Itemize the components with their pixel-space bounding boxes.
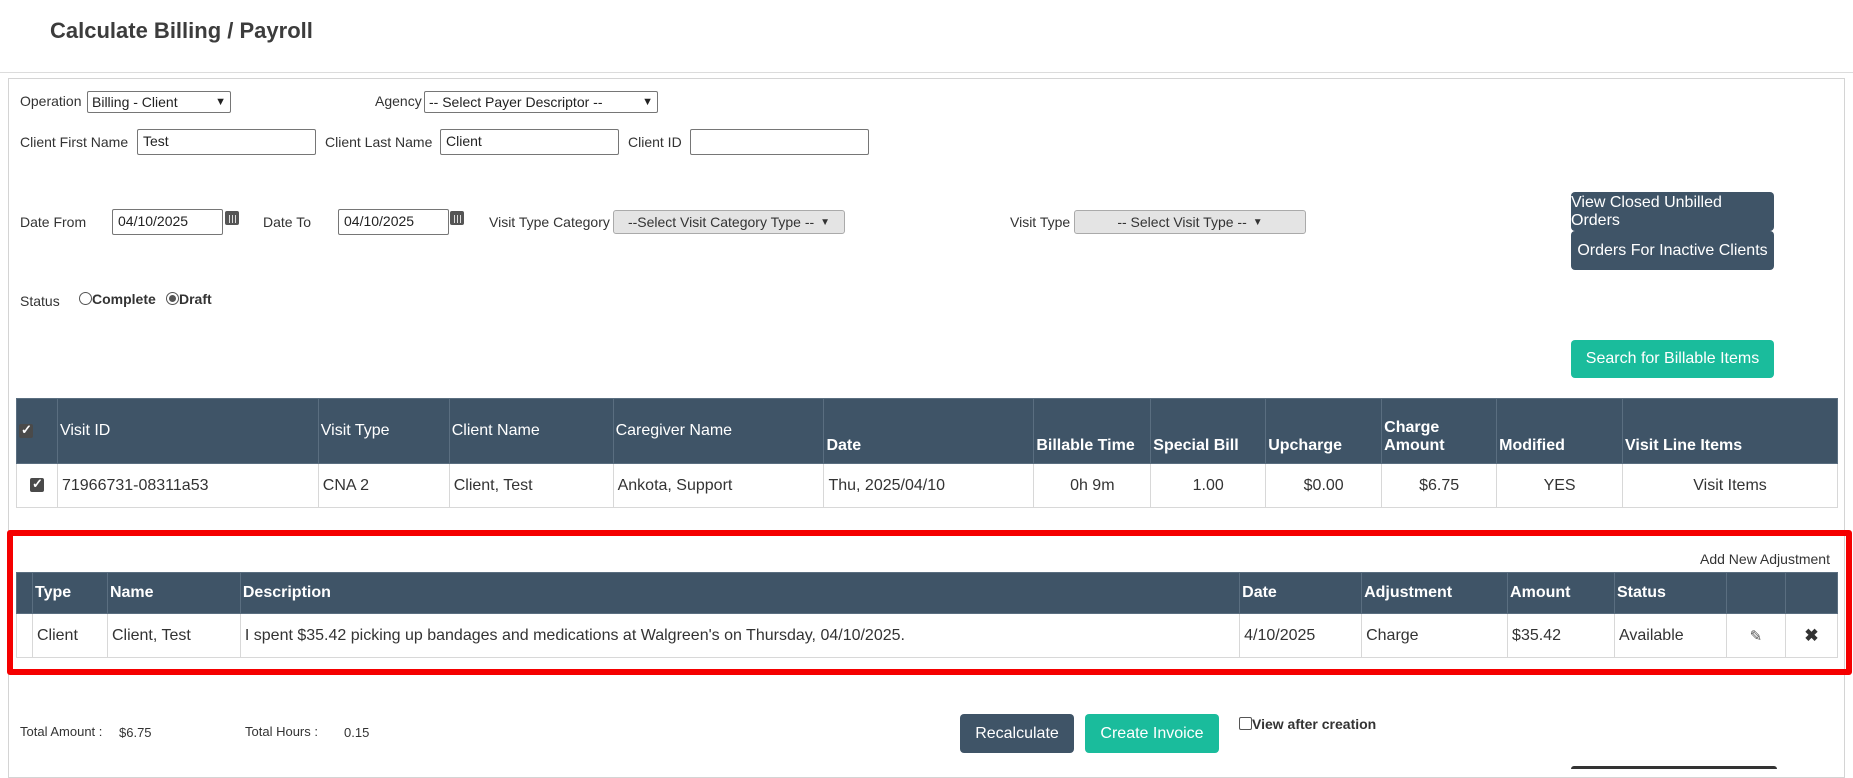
total-hours-value: 0.15 bbox=[344, 725, 370, 740]
date-from-input[interactable]: 04/10/2025 bbox=[112, 209, 223, 235]
header-visit-type[interactable]: Visit Type bbox=[317, 398, 450, 464]
header-visit-line-items[interactable]: Visit Line Items bbox=[1622, 398, 1838, 464]
row-select-cell[interactable] bbox=[16, 463, 58, 508]
visit-items-link[interactable]: Visit Items bbox=[1622, 463, 1838, 508]
visit-type-category-dropdown[interactable]: --Select Visit Category Type -- ▼ bbox=[613, 210, 845, 234]
view-closed-unbilled-orders-button[interactable]: View Closed Unbilled Orders bbox=[1571, 192, 1774, 231]
total-hours-label: Total Hours : bbox=[245, 724, 318, 739]
visit-type-category-label: Visit Type Category bbox=[489, 214, 610, 230]
calendar-icon[interactable] bbox=[450, 211, 464, 225]
total-amount-value: $6.75 bbox=[119, 725, 152, 740]
special-bill-cell: 1.00 bbox=[1150, 463, 1267, 508]
charge-amount-cell: $6.75 bbox=[1381, 463, 1498, 508]
caregiver-name-cell: Ankota, Support bbox=[612, 463, 825, 508]
operation-label: Operation bbox=[20, 93, 82, 109]
orders-for-inactive-clients-button[interactable]: Orders For Inactive Clients bbox=[1571, 231, 1774, 270]
date-cell: Thu, 2025/04/10 bbox=[823, 463, 1035, 508]
visit-type-cell: CNA 2 bbox=[317, 463, 450, 508]
page-header: Calculate Billing / Payroll bbox=[0, 0, 1853, 73]
view-after-creation-option[interactable]: View after creation bbox=[1239, 716, 1376, 732]
visit-type-category-value: --Select Visit Category Type -- bbox=[627, 214, 815, 230]
visit-id-cell[interactable]: 71966731-08311a53 bbox=[56, 463, 319, 508]
operation-select[interactable]: Billing - Client ▼ bbox=[87, 91, 231, 113]
caret-down-icon: ▼ bbox=[820, 216, 831, 228]
visits-table: Visit ID Visit Type Client Name Caregive… bbox=[16, 398, 1838, 508]
select-all-header[interactable] bbox=[16, 398, 58, 464]
agency-select-value: -- Select Payer Descriptor -- bbox=[429, 94, 603, 110]
client-first-name-label: Client First Name bbox=[20, 134, 129, 150]
chevron-down-icon: ▼ bbox=[215, 96, 226, 108]
client-id-input[interactable] bbox=[690, 129, 869, 155]
header-date[interactable]: Date bbox=[823, 398, 1035, 464]
visit-type-label: Visit Type bbox=[1010, 214, 1071, 230]
view-after-creation-text: View after creation bbox=[1252, 716, 1377, 732]
status-draft-radio[interactable] bbox=[166, 292, 179, 305]
chevron-down-icon: ▼ bbox=[642, 96, 653, 108]
client-name-cell: Client, Test bbox=[448, 463, 614, 508]
search-billable-items-button[interactable]: Search for Billable Items bbox=[1571, 340, 1774, 378]
upcharge-cell: $0.00 bbox=[1265, 463, 1383, 508]
status-complete-option[interactable]: Complete bbox=[79, 291, 156, 307]
client-first-name-input[interactable]: Test bbox=[137, 129, 316, 155]
header-billable-time[interactable]: Billable Time bbox=[1033, 398, 1152, 464]
date-to-label: Date To bbox=[263, 214, 311, 230]
visit-type-value: -- Select Visit Type -- bbox=[1117, 214, 1247, 230]
visits-table-header-row: Visit ID Visit Type Client Name Caregive… bbox=[16, 398, 1838, 464]
header-caregiver-name[interactable]: Caregiver Name bbox=[612, 398, 825, 464]
header-special-bill[interactable]: Special Bill bbox=[1150, 398, 1267, 464]
status-complete-radio[interactable] bbox=[79, 292, 92, 305]
table-row: 71966731-08311a53 CNA 2 Client, Test Ank… bbox=[16, 463, 1838, 508]
status-label: Status bbox=[20, 293, 60, 309]
page-title: Calculate Billing / Payroll bbox=[50, 18, 313, 43]
billable-time-cell: 0h 9m bbox=[1033, 463, 1152, 508]
recalculate-button[interactable]: Recalculate bbox=[960, 714, 1074, 753]
date-from-label: Date From bbox=[20, 214, 87, 230]
header-charge-amount[interactable]: Charge Amount bbox=[1381, 398, 1498, 464]
select-all-checkbox[interactable] bbox=[19, 422, 33, 438]
status-complete-text: Complete bbox=[92, 291, 156, 307]
header-upcharge[interactable]: Upcharge bbox=[1265, 398, 1383, 464]
client-last-name-label: Client Last Name bbox=[325, 134, 433, 150]
agency-label: Agency bbox=[375, 93, 422, 109]
highlight-box bbox=[7, 530, 1852, 675]
header-client-name[interactable]: Client Name bbox=[448, 398, 614, 464]
view-after-creation-checkbox[interactable] bbox=[1239, 717, 1252, 730]
agency-select[interactable]: -- Select Payer Descriptor -- ▼ bbox=[424, 91, 658, 113]
modified-cell: YES bbox=[1496, 463, 1624, 508]
operation-select-value: Billing - Client bbox=[92, 94, 178, 110]
status-draft-text: Draft bbox=[179, 291, 212, 307]
date-to-input[interactable]: 04/10/2025 bbox=[338, 209, 449, 235]
client-last-name-input[interactable]: Client bbox=[440, 129, 619, 155]
visit-type-dropdown[interactable]: -- Select Visit Type -- ▼ bbox=[1074, 210, 1306, 234]
status-draft-option[interactable]: Draft bbox=[166, 291, 212, 307]
caret-down-icon: ▼ bbox=[1252, 216, 1263, 228]
create-invoice-button[interactable]: Create Invoice bbox=[1085, 714, 1219, 753]
header-modified[interactable]: Modified bbox=[1496, 398, 1624, 464]
client-id-label: Client ID bbox=[628, 134, 682, 150]
row-checkbox[interactable] bbox=[29, 476, 44, 493]
total-amount-label: Total Amount : bbox=[20, 724, 103, 739]
calendar-icon[interactable] bbox=[225, 211, 239, 225]
header-visit-id[interactable]: Visit ID bbox=[56, 398, 319, 464]
